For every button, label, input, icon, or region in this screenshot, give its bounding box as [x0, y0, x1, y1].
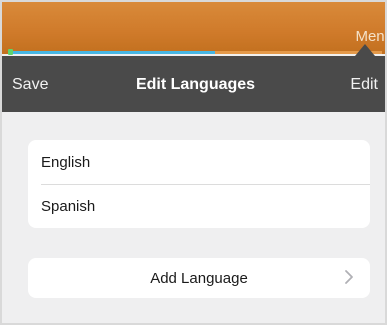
menu-button[interactable]: Menu: [355, 28, 385, 45]
add-language-label: Add Language: [150, 269, 248, 287]
add-language-group: Add Language: [28, 258, 370, 298]
popover-content: English Spanish Add Language: [2, 112, 385, 323]
language-label: Spanish: [41, 197, 96, 215]
progress-bar: [10, 51, 382, 54]
list-item[interactable]: Spanish: [28, 184, 370, 228]
top-toolbar: Menu: [2, 2, 385, 54]
popover-arrow: [355, 44, 375, 56]
progress-bar-fill: [10, 51, 215, 54]
chevron-right-icon: [345, 270, 353, 284]
progress-start-marker: [8, 49, 13, 55]
page-title: Edit Languages: [135, 76, 256, 93]
edit-button[interactable]: Edit: [350, 76, 378, 94]
app-frame: Menu Save Edit Languages Edit English Sp…: [0, 0, 387, 325]
add-language-button[interactable]: Add Language: [28, 258, 370, 298]
language-label: English: [41, 153, 91, 171]
list-item[interactable]: English: [28, 140, 370, 184]
popover-navbar: Save Edit Languages Edit: [2, 56, 385, 112]
language-list: English Spanish: [28, 140, 370, 228]
